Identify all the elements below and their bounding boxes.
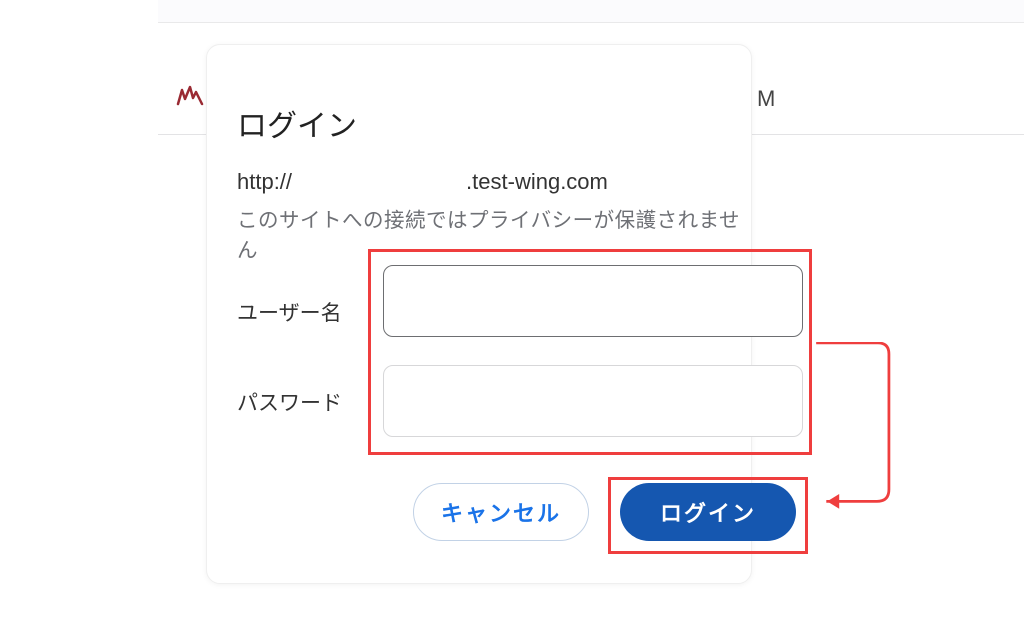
nav-item-m[interactable]: M [757, 86, 775, 112]
password-input[interactable] [383, 365, 803, 437]
url-suffix: .test-wing.com [466, 169, 608, 194]
username-input[interactable] [383, 265, 803, 337]
password-label: パスワード [237, 387, 342, 417]
toolbar-strip [158, 0, 1024, 22]
url-prefix: http:// [237, 169, 292, 194]
cancel-button[interactable]: キャンセル [413, 483, 589, 541]
basic-auth-dialog: ログイン http:// .test-wing.com このサイトへの接続ではプラ… [206, 44, 752, 584]
username-label: ユーザー名 [237, 297, 342, 327]
site-logo-icon [176, 84, 204, 106]
login-button[interactable]: ログイン [620, 483, 796, 541]
separator [158, 22, 1024, 23]
privacy-warning: このサイトへの接続ではプライバシーが保護されません [237, 203, 751, 263]
url-redacted [292, 173, 466, 193]
annotation-arrow-icon [812, 342, 894, 517]
dialog-url: http:// .test-wing.com [237, 169, 608, 195]
dialog-title: ログイン [237, 101, 357, 145]
